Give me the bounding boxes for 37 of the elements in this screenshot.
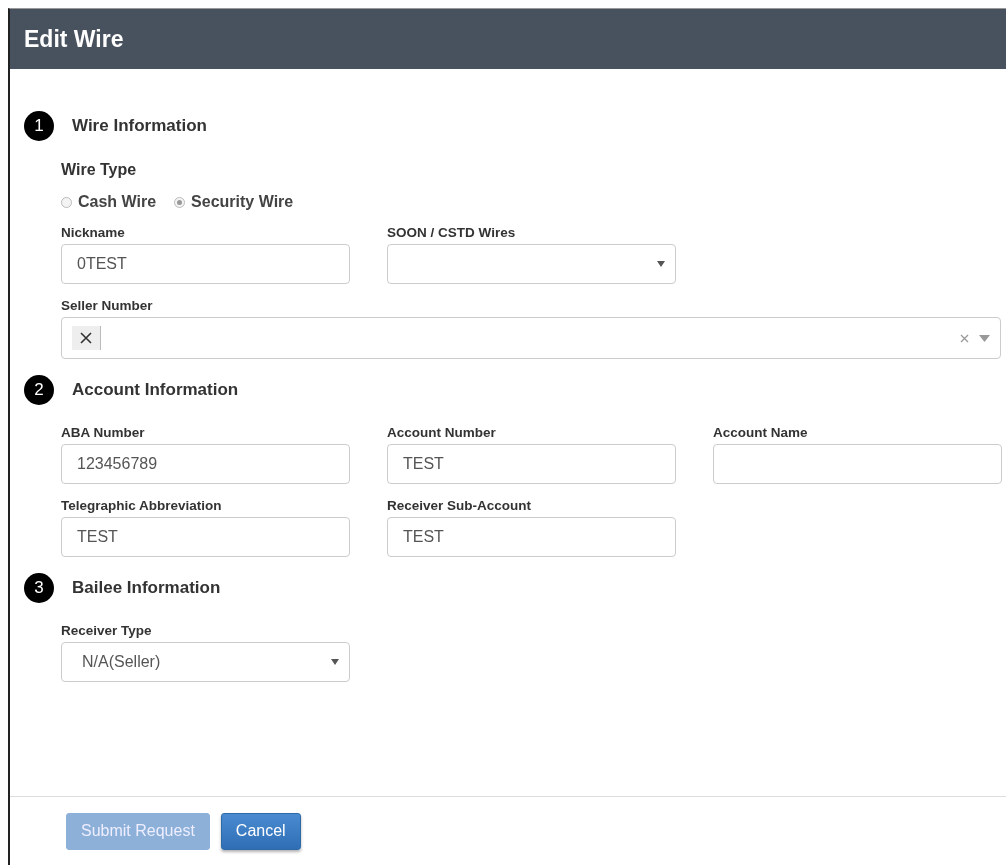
multi-select-field[interactable] bbox=[61, 317, 1001, 359]
field-label: Telegraphic Abbreviation bbox=[61, 498, 223, 513]
text-field[interactable] bbox=[713, 444, 1002, 484]
field-label: Account Number bbox=[387, 425, 497, 440]
radio-button[interactable] bbox=[61, 196, 72, 208]
text-field[interactable]: TEST bbox=[387, 444, 676, 484]
text-field[interactable]: TEST bbox=[61, 517, 350, 557]
radio-button[interactable] bbox=[174, 196, 186, 208]
text-field[interactable]: 0TEST bbox=[61, 244, 350, 284]
field-label: Account Name bbox=[713, 425, 809, 440]
close-icon bbox=[80, 332, 92, 344]
field-label: Wire Type bbox=[61, 161, 138, 179]
field-label: Receiver Sub-Account bbox=[387, 498, 533, 513]
section-title: Account Information bbox=[72, 380, 239, 400]
radio-option[interactable]: Cash Wire bbox=[61, 193, 157, 211]
field-label: Receiver Type bbox=[61, 623, 153, 638]
dropdown[interactable] bbox=[387, 244, 676, 284]
caret-icon bbox=[979, 334, 990, 342]
caret-icon bbox=[331, 659, 339, 665]
caret-icon bbox=[657, 261, 665, 267]
clear-icon[interactable] bbox=[960, 333, 969, 343]
remove-tag-button[interactable] bbox=[72, 326, 101, 350]
step-number: 3 bbox=[24, 573, 54, 603]
cancel-button[interactable]: Cancel bbox=[220, 812, 301, 850]
text-field[interactable]: 123456789 bbox=[61, 444, 350, 484]
text-field[interactable]: TEST bbox=[387, 517, 676, 557]
step-number: 1 bbox=[24, 111, 54, 141]
field-label: Seller Number bbox=[61, 298, 154, 313]
field-label: Nickname bbox=[61, 225, 126, 240]
step-number: 2 bbox=[24, 375, 54, 405]
field-label: ABA Number bbox=[61, 425, 146, 440]
dialog-title: Edit Wire bbox=[24, 25, 124, 53]
section-title: Bailee Information bbox=[72, 578, 221, 598]
radio-option[interactable]: Security Wire bbox=[174, 193, 294, 211]
dropdown[interactable]: N/A(Seller) bbox=[61, 642, 350, 682]
field-label: SOON / CSTD Wires bbox=[387, 225, 517, 240]
section-title: Wire Information bbox=[72, 116, 207, 136]
